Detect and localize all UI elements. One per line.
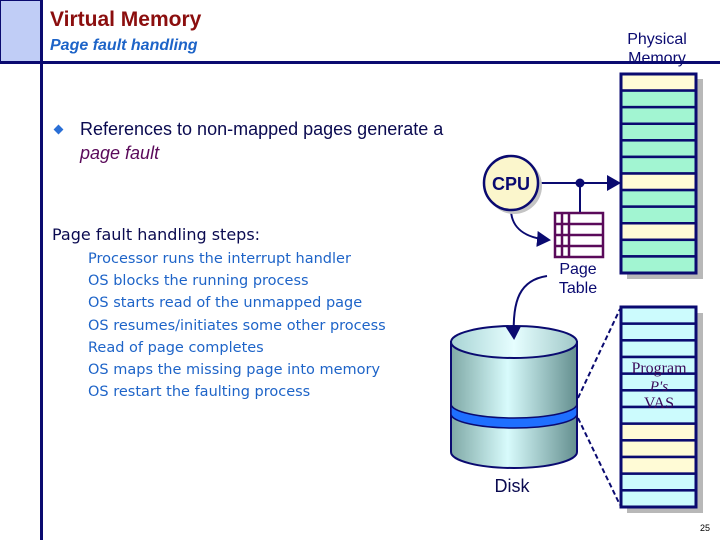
page-table-label-line2: Table (559, 280, 597, 297)
physical-memory-row (619, 205, 698, 225)
vas-expansion-line-top (577, 308, 621, 399)
physical-memory-row (619, 72, 698, 92)
physical-memory-row (619, 188, 698, 208)
physical-memory-row (619, 122, 698, 142)
vas-row (619, 422, 698, 442)
disk-label: Disk (495, 476, 531, 496)
vas-label-owner: P's (649, 379, 668, 395)
cpu-node: CPU (482, 154, 542, 214)
vas-label-program: Program (631, 360, 687, 377)
physical-memory-row (619, 139, 698, 159)
vas-row (619, 305, 698, 325)
physical-memory-row (619, 89, 698, 109)
vas-row (619, 439, 698, 459)
vas-stack: Program P'sVAS (619, 305, 703, 513)
physical-memory-row (619, 172, 698, 192)
vas-row (619, 339, 698, 359)
vas-row (619, 489, 698, 509)
vas-row (619, 455, 698, 475)
cpu-to-pagetable-arrow (510, 210, 551, 247)
vas-row (619, 322, 698, 342)
vm-diagram: Program P'sVAS Disk CPU Page Table (450, 72, 703, 513)
disk-icon (450, 325, 578, 469)
vas-row (619, 472, 698, 492)
vas-label-vas: VAS (644, 395, 674, 412)
vas-expansion-line-bottom (577, 417, 621, 506)
physical-memory-stack (619, 72, 703, 279)
physical-memory-row (619, 222, 698, 242)
cpu-label: CPU (492, 174, 530, 194)
physical-memory-row (619, 105, 698, 125)
page-table-icon (553, 211, 605, 259)
physical-memory-row (619, 255, 698, 275)
page-number: 25 (700, 523, 711, 533)
page-table-label-line1: Page (559, 261, 596, 278)
disk-body (450, 341, 578, 469)
physical-memory-row (619, 238, 698, 258)
physical-memory-row (619, 155, 698, 175)
